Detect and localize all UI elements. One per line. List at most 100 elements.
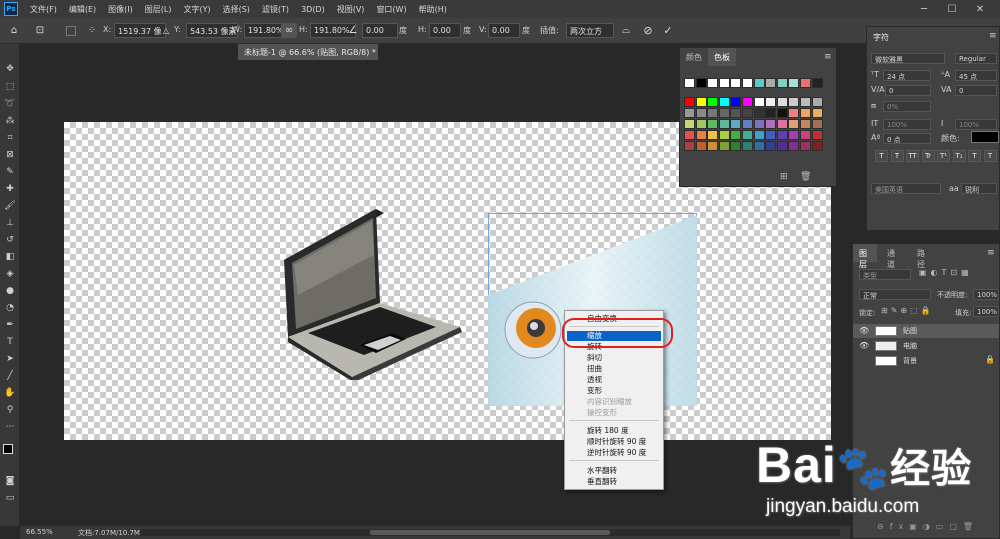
layers-panel-menu-icon[interactable]: ≡ [987, 248, 995, 258]
frame-tool-icon[interactable]: ⊠ [2, 148, 18, 162]
commit-transform-icon[interactable]: ✓ [660, 23, 676, 38]
menu-edit[interactable]: 编辑(E) [63, 4, 102, 15]
color-swatch[interactable] [788, 97, 800, 107]
color-swatch[interactable] [707, 78, 719, 88]
anti-alias-select[interactable]: 锐利 [961, 183, 997, 194]
color-swatch[interactable] [753, 130, 765, 140]
dodge-tool-icon[interactable]: ◔ [2, 301, 18, 315]
zoom-tool-icon[interactable]: ⚲ [2, 403, 18, 417]
color-swatch[interactable] [707, 119, 719, 129]
tab-color[interactable]: 颜色 [680, 48, 708, 66]
vertical-scale-field[interactable]: 100% [883, 119, 931, 130]
path-selection-tool-icon[interactable]: ➤ [2, 352, 18, 366]
context-menu-item[interactable]: 扭曲 [567, 364, 661, 374]
color-swatch[interactable] [684, 130, 695, 140]
layer-row-computer[interactable]: 👁 电脑 [853, 339, 999, 353]
color-swatch[interactable] [718, 141, 730, 151]
interpolation-select[interactable]: 两次立方 [566, 23, 614, 38]
color-swatch[interactable] [765, 119, 777, 129]
y-position-field[interactable]: 543.53 像素 [186, 23, 238, 38]
baseline-shift-field[interactable]: 0 点 [883, 133, 931, 144]
eye-icon[interactable]: 👁 [859, 326, 869, 335]
color-swatch[interactable] [707, 130, 719, 140]
menu-window[interactable]: 窗口(W) [370, 4, 412, 15]
color-swatch[interactable] [776, 119, 788, 129]
color-swatch[interactable] [695, 78, 707, 88]
color-swatch[interactable] [742, 119, 753, 129]
color-swatch[interactable] [742, 130, 753, 140]
menu-type[interactable]: 文字(Y) [177, 4, 216, 15]
context-menu-item[interactable]: 垂直翻转 [567, 477, 661, 487]
color-swatch[interactable] [730, 130, 742, 140]
color-swatch[interactable] [730, 97, 742, 107]
color-swatch[interactable] [718, 130, 730, 140]
color-swatch[interactable] [707, 97, 719, 107]
text-style-button[interactable]: TT [906, 150, 919, 162]
color-swatch[interactable] [695, 141, 707, 151]
color-swatch[interactable] [753, 97, 765, 107]
layer-row-sticker[interactable]: 👁 贴图 [853, 324, 999, 338]
text-style-button[interactable]: T [983, 150, 997, 162]
leading-field[interactable]: 45 点 [955, 70, 997, 81]
color-swatch[interactable] [765, 108, 777, 118]
color-swatch[interactable] [800, 130, 811, 140]
move-tool-icon[interactable]: ✥ [2, 62, 18, 76]
color-swatch[interactable] [742, 108, 753, 118]
color-swatch[interactable] [730, 78, 742, 88]
tab-layers[interactable]: 图层 [853, 244, 877, 269]
char-panel-menu-icon[interactable]: ≡ [989, 31, 997, 41]
color-swatch[interactable] [730, 108, 742, 118]
text-style-button[interactable]: T₁ [952, 150, 966, 162]
tab-swatches[interactable]: 色板 [708, 48, 736, 66]
eraser-tool-icon[interactable]: ◧ [2, 250, 18, 264]
color-swatch[interactable] [811, 119, 823, 129]
color-swatch[interactable] [684, 97, 695, 107]
vskew-field[interactable]: 0.00 [488, 23, 520, 38]
color-swatch[interactable] [718, 119, 730, 129]
text-style-button[interactable]: T [890, 150, 904, 162]
tab-channels[interactable]: 通道 [881, 244, 907, 269]
reference-point-checkbox[interactable] [66, 26, 76, 36]
cancel-transform-icon[interactable]: ⊘ [640, 23, 656, 38]
color-swatch[interactable] [811, 108, 823, 118]
color-swatch[interactable] [684, 108, 695, 118]
foreground-color-swatch[interactable] [3, 444, 13, 454]
relative-position-icon[interactable]: △ [158, 23, 174, 38]
reference-grid-icon[interactable]: ⁘ [84, 23, 100, 38]
menu-help[interactable]: 帮助(H) [413, 4, 453, 15]
color-swatch[interactable] [776, 141, 788, 151]
color-swatch[interactable] [800, 108, 811, 118]
lock-icons[interactable]: ⊞✎⊕⬚🔒 [881, 306, 934, 315]
color-swatch[interactable] [800, 141, 811, 151]
menu-filter[interactable]: 滤镜(T) [256, 4, 295, 15]
brush-tool-icon[interactable]: 🖌 [2, 199, 18, 213]
link-aspect-icon[interactable]: ∞ [281, 23, 297, 38]
color-swatch[interactable] [730, 119, 742, 129]
font-size-field[interactable]: 24 点 [883, 70, 931, 81]
pen-tool-icon[interactable]: ✒ [2, 318, 18, 332]
transform-reference-icon[interactable]: ⊡ [32, 23, 48, 38]
menu-select[interactable]: 选择(S) [217, 4, 256, 15]
minimize-button[interactable]: ─ [910, 0, 938, 18]
scrollbar-thumb[interactable] [370, 530, 610, 535]
context-menu-item[interactable]: 水平翻转 [567, 466, 661, 476]
horizontal-scrollbar[interactable] [140, 529, 840, 536]
new-swatch-icon[interactable]: ⊞ [780, 172, 788, 182]
color-swatch[interactable] [742, 141, 753, 151]
quick-mask-icon[interactable]: ◙ [2, 474, 18, 488]
font-family-select[interactable]: 微软雅黑 [871, 53, 945, 64]
color-swatch[interactable] [765, 141, 777, 151]
text-style-button[interactable]: Tr [921, 150, 935, 162]
blur-tool-icon[interactable]: ● [2, 284, 18, 298]
fill-field[interactable]: 100% [973, 306, 999, 317]
color-swatch[interactable] [788, 130, 800, 140]
menu-file[interactable]: 文件(F) [24, 4, 63, 15]
blend-mode-select[interactable]: 正常 [859, 289, 931, 300]
color-swatch[interactable] [776, 97, 788, 107]
trash-icon[interactable]: 🗑 [800, 172, 811, 182]
panel-menu-icon[interactable]: ≡ [824, 52, 832, 62]
color-swatch[interactable] [765, 97, 777, 107]
home-icon[interactable]: ⌂ [6, 23, 22, 38]
color-swatch[interactable] [753, 108, 765, 118]
color-swatch[interactable] [800, 78, 811, 88]
